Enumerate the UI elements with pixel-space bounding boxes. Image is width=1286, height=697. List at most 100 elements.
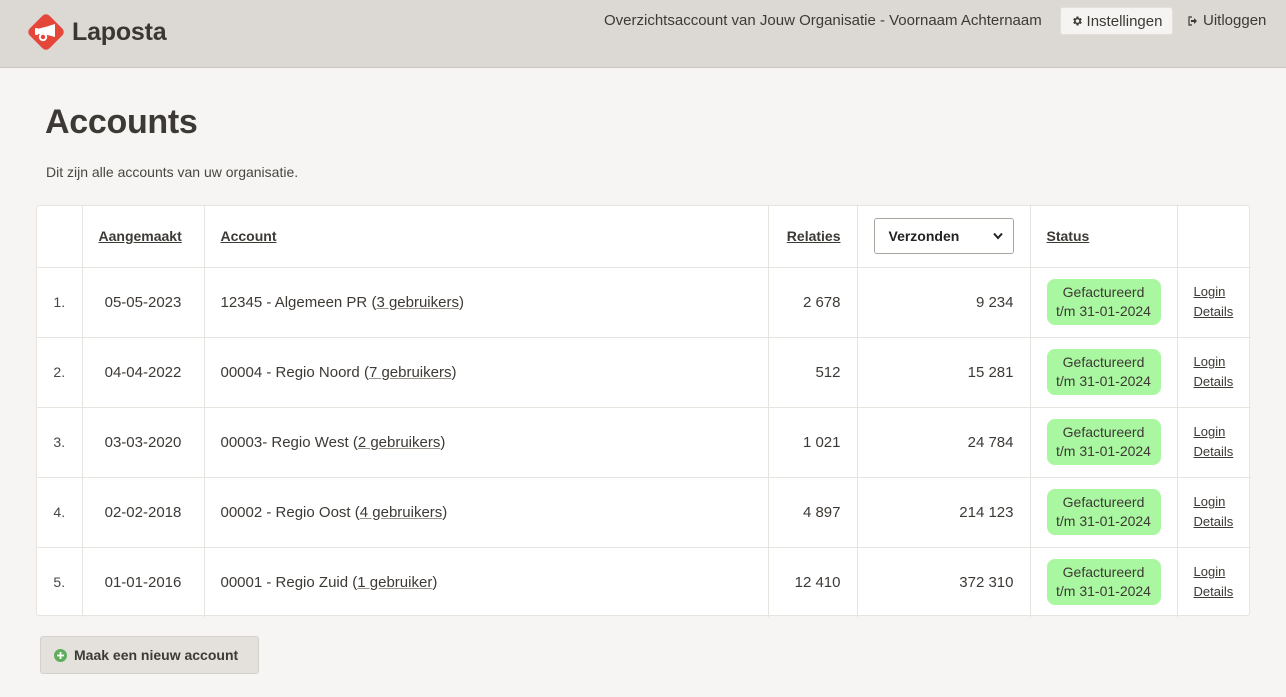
row-relations: 4 897 — [768, 477, 858, 548]
status-line-2: t/m 31-01-2024 — [1056, 303, 1151, 319]
details-link[interactable]: Details — [1194, 372, 1236, 392]
logout-label: Uitloggen — [1203, 12, 1267, 29]
users-link[interactable]: 4 gebruikers — [360, 504, 443, 521]
users-paren-close: ) — [440, 433, 446, 451]
account-header[interactable]: Account — [204, 206, 769, 268]
account-name-cell: 00002 - Regio Oost — [220, 503, 351, 521]
row-index: 2. — [37, 337, 83, 408]
row-status: Gefactureerd t/m 31-01-2024 — [1030, 337, 1178, 408]
row-account: 00002 - Regio Oost (4 gebruikers) — [204, 477, 769, 548]
status-line-2: t/m 31-01-2024 — [1056, 513, 1151, 529]
users-link[interactable]: 1 gebruiker — [357, 574, 432, 591]
details-link[interactable]: Details — [1194, 442, 1236, 462]
status-line-1: Gefactureerd — [1062, 284, 1145, 300]
row-created: 03-03-2020 — [82, 407, 205, 478]
table-header-row: Aangemaakt Account Relaties Verzonden St… — [37, 206, 1251, 268]
row-sent: 9 234 — [857, 267, 1031, 338]
settings-button[interactable]: Instellingen — [1060, 7, 1173, 35]
status-line-2: t/m 31-01-2024 — [1056, 583, 1151, 600]
page-title: Accounts — [45, 103, 198, 141]
row-sent: 24 784 — [857, 407, 1031, 478]
top-bar: Laposta Overzichtsaccount van Jouw Organ… — [0, 0, 1286, 68]
login-link[interactable]: Login — [1194, 562, 1236, 582]
status-badge: Gefactureerd t/m 31-01-2024 — [1046, 559, 1161, 606]
users-link[interactable]: 2 gebruikers — [358, 434, 441, 451]
row-index: 4. — [37, 477, 83, 548]
details-link[interactable]: Details — [1194, 512, 1236, 532]
new-account-label: Maak een nieuw account — [74, 647, 239, 663]
row-sent: 214 123 — [857, 477, 1031, 548]
status-header[interactable]: Status — [1030, 206, 1178, 268]
row-sent: 15 281 — [857, 337, 1031, 408]
status-line-2: t/m 31-01-2024 — [1056, 373, 1151, 389]
row-actions: Login Details — [1177, 337, 1251, 408]
row-account: 00003- Regio West (2 gebruikers) — [204, 407, 769, 478]
relations-header[interactable]: Relaties — [768, 206, 858, 268]
login-link[interactable]: Login — [1194, 492, 1236, 512]
row-account: 00004 - Regio Noord (7 gebruikers) — [204, 337, 769, 408]
chevron-down-icon — [992, 233, 1003, 240]
row-status: Gefactureerd t/m 31-01-2024 — [1030, 267, 1178, 338]
laposta-horn-icon — [28, 14, 64, 50]
users-link[interactable]: 3 gebruikers — [376, 294, 459, 311]
status-badge: Gefactureerd t/m 31-01-2024 — [1046, 489, 1161, 535]
login-link[interactable]: Login — [1194, 352, 1236, 372]
row-created: 05-05-2023 — [82, 267, 205, 338]
logout-link[interactable]: Uitloggen — [1187, 12, 1266, 30]
settings-label: Instellingen — [1086, 12, 1163, 30]
status-badge: Gefactureerd t/m 31-01-2024 — [1046, 419, 1161, 465]
brand-logo[interactable]: Laposta — [26, 12, 167, 52]
status-badge: Gefactureerd t/m 31-01-2024 — [1046, 349, 1161, 395]
table-row: 3. 03-03-2020 00003- Regio West (2 gebruik… — [37, 407, 1251, 478]
users-link[interactable]: 7 gebruikers — [369, 364, 452, 381]
row-relations: 12 410 — [768, 547, 858, 617]
row-actions: Login Details — [1177, 407, 1251, 478]
row-status: Gefactureerd t/m 31-01-2024 — [1030, 407, 1178, 478]
page-intro: Dit zijn alle accounts van uw organisati… — [46, 164, 299, 180]
row-actions: Login Details — [1177, 477, 1251, 548]
account-name-cell: 00004 - Regio Noord — [220, 363, 360, 381]
users-paren-close: ) — [442, 503, 448, 521]
status-line-1: Gefactureerd — [1062, 354, 1145, 370]
login-link[interactable]: Login — [1194, 282, 1236, 302]
brand-name: Laposta — [72, 17, 167, 46]
table-row: 2. 04-04-2022 00004 - Regio Noord (7 gebru… — [37, 337, 1251, 408]
login-link[interactable]: Login — [1194, 422, 1236, 442]
row-index: 5. — [37, 547, 83, 617]
new-account-button[interactable]: Maak een nieuw account — [40, 636, 259, 674]
index-header — [37, 206, 83, 268]
actions-header — [1177, 206, 1251, 268]
row-relations: 2 678 — [768, 267, 858, 338]
table-row: 4. 02-02-2018 00002 - Regio Oost (4 gebrui… — [37, 477, 1251, 548]
row-created: 04-04-2022 — [82, 337, 205, 408]
row-actions: Login Details — [1177, 547, 1251, 617]
status-line-1: Gefactureerd — [1062, 424, 1145, 440]
plus-circle-icon — [54, 648, 67, 662]
accounts-table: Aangemaakt Account Relaties Verzonden St… — [36, 205, 1251, 617]
sign-out-icon — [1188, 16, 1197, 26]
account-name-cell: 00001 - Regio Zuid — [220, 573, 349, 591]
status-line-1: Gefactureerd — [1062, 564, 1145, 581]
table-row: 5. 01-01-2016 00001 - Regio Zuid (1 gebrui… — [37, 547, 1251, 617]
row-index: 1. — [37, 267, 83, 338]
row-status: Gefactureerd t/m 31-01-2024 — [1030, 477, 1178, 548]
account-name: Overzichtsaccount van Jouw Organisatie -… — [604, 12, 1042, 29]
table-row: 1. 05-05-2023 12345 - Algemeen PR (3 gebru… — [37, 267, 1251, 338]
details-link[interactable]: Details — [1194, 302, 1236, 322]
status-badge: Gefactureerd t/m 31-01-2024 — [1046, 279, 1161, 325]
sent-header: Verzonden — [857, 206, 1031, 268]
sent-select[interactable]: Verzonden — [873, 218, 1014, 255]
created-header[interactable]: Aangemaakt — [82, 206, 205, 268]
users-paren-close: ) — [451, 363, 457, 381]
details-link[interactable]: Details — [1194, 582, 1236, 602]
row-relations: 1 021 — [768, 407, 858, 478]
row-relations: 512 — [768, 337, 858, 408]
users-paren-close: ) — [458, 293, 464, 311]
row-index: 3. — [37, 407, 83, 478]
account-name-cell: 12345 - Algemeen PR — [220, 293, 368, 311]
status-line-1: Gefactureerd — [1062, 494, 1145, 510]
gear-icon — [1072, 16, 1082, 26]
sent-select-value: Verzonden — [888, 228, 960, 245]
row-actions: Login Details — [1177, 267, 1251, 338]
account-name-cell: 00003- Regio West — [220, 433, 349, 451]
